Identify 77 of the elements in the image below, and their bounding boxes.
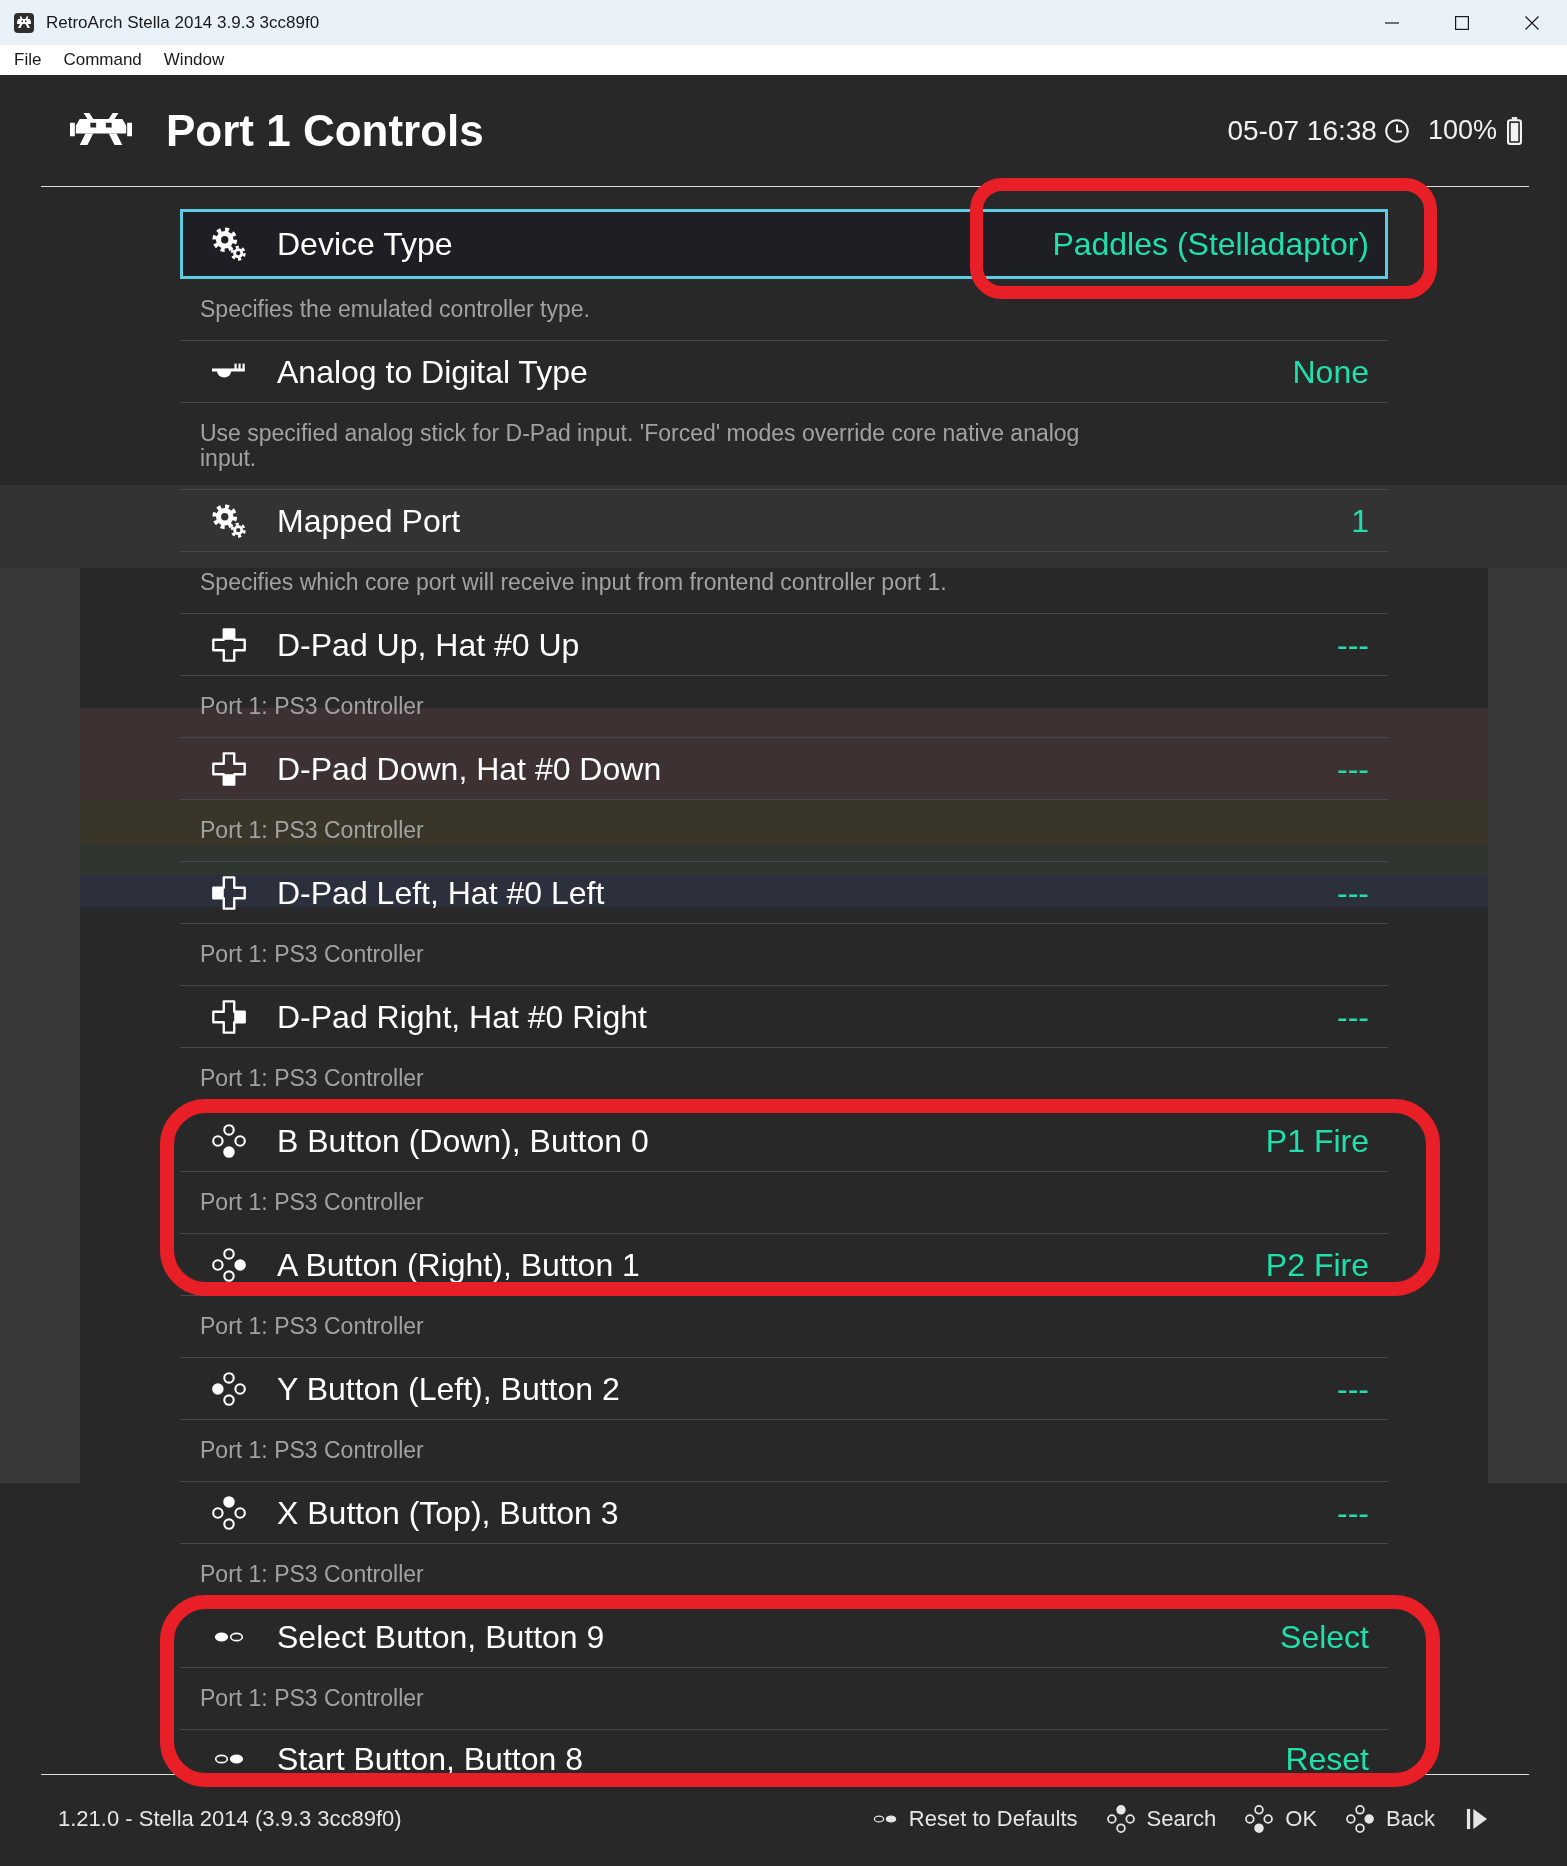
item-value: P1 Fire: [1265, 1126, 1369, 1155]
dpad-icon: [212, 627, 246, 662]
face-buttons-icon: [1346, 1804, 1375, 1833]
item-value: 1: [1351, 506, 1369, 535]
footer-hint-button[interactable]: Back: [1346, 1804, 1435, 1833]
menu-item[interactable]: Analog to Digital Type None: [180, 340, 1388, 403]
menu-item[interactable]: A Button (Right), Button 1 P2 Fire: [180, 1233, 1388, 1296]
item-label: D-Pad Left, Hat #0 Left: [277, 878, 605, 907]
invader-logo-icon: [70, 113, 132, 148]
menu-item[interactable]: Start Button, Button 8 Reset: [180, 1729, 1388, 1773]
menu-item[interactable]: Select Button, Button 9 Select: [180, 1605, 1388, 1668]
battery-icon: [1507, 116, 1522, 145]
footer-hint-button[interactable]: OK: [1245, 1804, 1318, 1833]
face-buttons-icon: [212, 1247, 246, 1282]
menu-item[interactable]: B Button (Down), Button 0 P1 Fire: [180, 1109, 1388, 1172]
menu-bar-item[interactable]: Command: [52, 45, 153, 75]
menu-item[interactable]: Y Button (Left), Button 2 ---: [180, 1357, 1388, 1420]
menu-item[interactable]: X Button (Top), Button 3 ---: [180, 1481, 1388, 1544]
item-description: Port 1: PS3 Controller: [200, 1686, 424, 1711]
item-value: ---: [1337, 754, 1369, 783]
item-value: P2 Fire: [1265, 1250, 1369, 1279]
item-label: Select Button, Button 9: [277, 1622, 605, 1651]
face-buttons-icon: [212, 1123, 246, 1158]
face-buttons-icon: [1245, 1804, 1274, 1833]
face-buttons-icon: [1106, 1804, 1135, 1833]
item-value: None: [1292, 357, 1369, 386]
analog-stick-icon: [212, 363, 246, 380]
dpad-icon: [212, 751, 246, 786]
face-buttons-icon: [212, 1371, 246, 1406]
battery-percent: 100%: [1427, 115, 1497, 146]
menu-item[interactable]: Device Type Paddles (Stelladaptor): [180, 209, 1388, 279]
item-description: Port 1: PS3 Controller: [200, 942, 424, 967]
maximize-icon: [1455, 15, 1469, 30]
app-icon: [14, 12, 34, 33]
window-title: RetroArch Stella 2014 3.9.3 3cc89f0: [46, 12, 320, 33]
item-description: Use specified analog stick for D-Pad input. 'Forced' modes override core native analog input.: [200, 421, 1081, 471]
oval-buttons-icon: [214, 1753, 244, 1764]
item-description: Port 1: PS3 Controller: [200, 1314, 424, 1339]
dpad-icon: [212, 999, 246, 1034]
version-text: 1.21.0 - Stella 2014 (3.9.3 3cc89f0): [58, 1805, 402, 1832]
item-value: ---: [1337, 630, 1369, 659]
gears-icon: [212, 227, 246, 261]
menu-item[interactable]: D-Pad Down, Hat #0 Down ---: [180, 737, 1388, 800]
clock-icon: [1384, 118, 1409, 143]
dpad-icon: [212, 875, 246, 910]
item-value: Select: [1280, 1622, 1369, 1651]
footer-hint-button[interactable]: Search: [1106, 1804, 1217, 1833]
item-value: Reset: [1285, 1744, 1369, 1773]
menu-item[interactable]: Mapped Port 1: [180, 489, 1388, 552]
item-description: Port 1: PS3 Controller: [200, 818, 424, 843]
clock-text: 05-07 16:38: [1227, 114, 1377, 147]
oval-buttons-icon: [872, 1814, 897, 1823]
menu-bar-item[interactable]: File: [3, 45, 53, 75]
item-value: ---: [1337, 1498, 1369, 1527]
minimize-icon: [1385, 21, 1399, 24]
menu-bar-item[interactable]: Window: [152, 45, 236, 75]
menu-item[interactable]: D-Pad Up, Hat #0 Up ---: [180, 613, 1388, 676]
oval-buttons-icon: [214, 1631, 244, 1642]
close-icon: [1525, 15, 1539, 30]
item-value: ---: [1337, 1374, 1369, 1403]
footer-hint-button[interactable]: Reset to Defaults: [872, 1805, 1078, 1832]
page-title: Port 1 Controls: [166, 105, 484, 156]
item-description: Port 1: PS3 Controller: [200, 694, 424, 719]
item-value: ---: [1337, 1002, 1369, 1031]
item-description: Port 1: PS3 Controller: [200, 1562, 424, 1587]
face-buttons-icon: [212, 1495, 246, 1530]
item-label: Start Button, Button 8: [277, 1744, 583, 1773]
gears-icon: [212, 503, 246, 538]
item-label: D-Pad Down, Hat #0 Down: [277, 754, 662, 783]
item-description: Port 1: PS3 Controller: [200, 1438, 424, 1463]
menu-item[interactable]: D-Pad Left, Hat #0 Left ---: [180, 861, 1388, 924]
item-value: ---: [1337, 878, 1369, 907]
item-description: Port 1: PS3 Controller: [200, 1066, 424, 1091]
menu-item[interactable]: D-Pad Right, Hat #0 Right ---: [180, 985, 1388, 1048]
item-description: Specifies the emulated controller type.: [200, 297, 590, 322]
item-description: Specifies which core port will receive input from frontend controller port 1.: [200, 570, 947, 595]
item-description: Port 1: PS3 Controller: [200, 1190, 424, 1215]
